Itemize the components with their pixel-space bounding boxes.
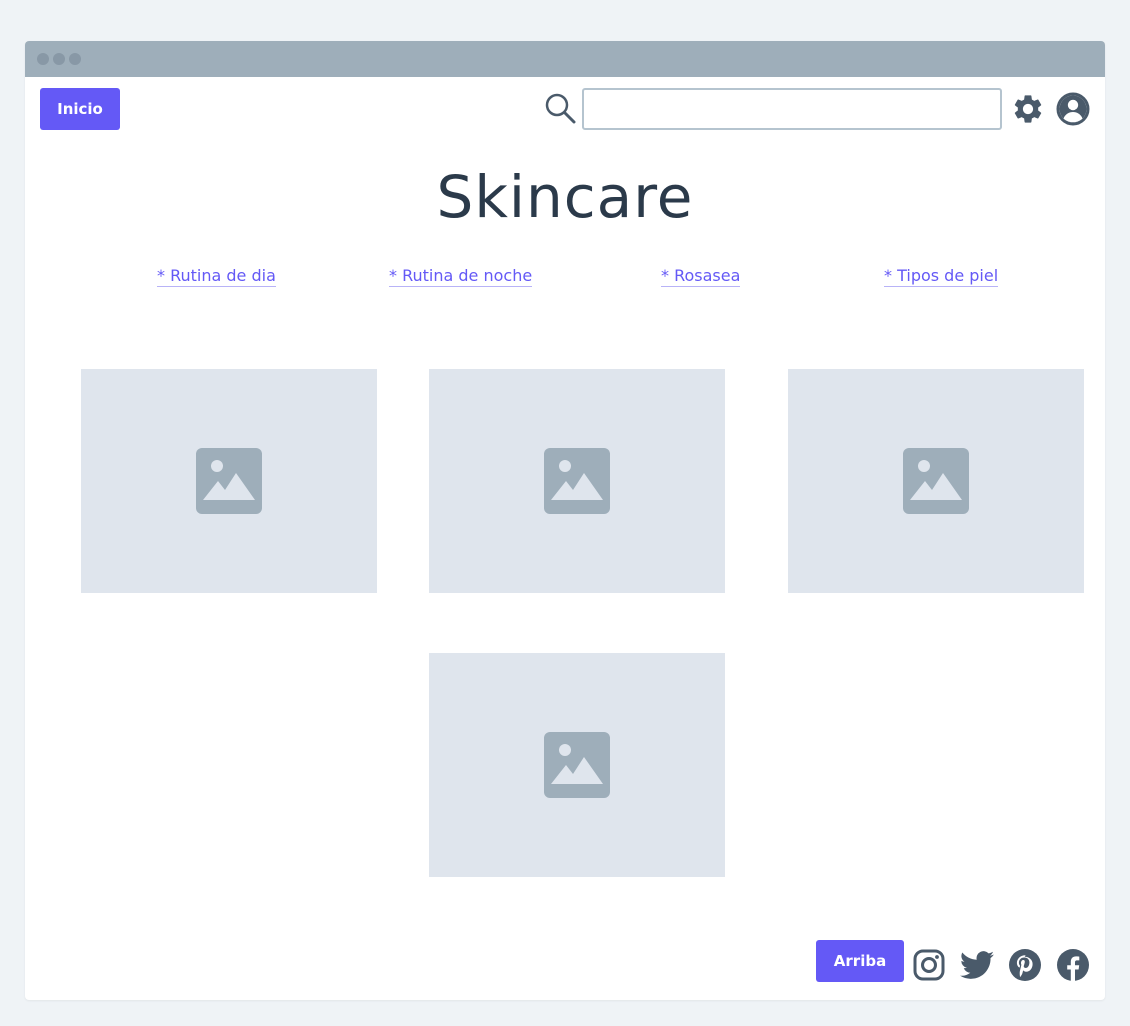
window-dot xyxy=(69,53,81,65)
image-icon xyxy=(544,448,610,514)
back-to-top-button[interactable]: Arriba xyxy=(816,940,904,982)
image-placeholder xyxy=(788,369,1084,593)
window-dot xyxy=(53,53,65,65)
user-avatar-icon[interactable] xyxy=(1056,92,1090,126)
image-placeholder xyxy=(429,653,725,877)
page-title: Skincare xyxy=(436,163,694,231)
window-dot xyxy=(37,53,49,65)
facebook-icon[interactable] xyxy=(1056,948,1090,982)
image-icon xyxy=(903,448,969,514)
twitter-icon[interactable] xyxy=(960,948,994,982)
instagram-icon[interactable] xyxy=(912,948,946,982)
image-icon xyxy=(544,732,610,798)
search-icon[interactable] xyxy=(544,92,576,124)
nav-link-tipos-piel[interactable]: * Tipos de piel xyxy=(884,266,999,287)
nav-link-rutina-noche[interactable]: * Rutina de noche xyxy=(389,266,533,287)
image-placeholder xyxy=(81,369,377,593)
image-placeholder xyxy=(429,369,725,593)
pinterest-icon[interactable] xyxy=(1008,948,1042,982)
home-button[interactable]: Inicio xyxy=(40,88,120,130)
gear-icon[interactable] xyxy=(1011,92,1045,126)
browser-window: Inicio Skincare * Rutina de dia * Rutina… xyxy=(25,41,1105,1000)
image-icon xyxy=(196,448,262,514)
search-input[interactable] xyxy=(582,88,1002,130)
nav-link-rosasea[interactable]: * Rosasea xyxy=(661,266,741,287)
window-titlebar xyxy=(25,41,1105,77)
nav-link-rutina-dia[interactable]: * Rutina de dia xyxy=(157,266,276,287)
